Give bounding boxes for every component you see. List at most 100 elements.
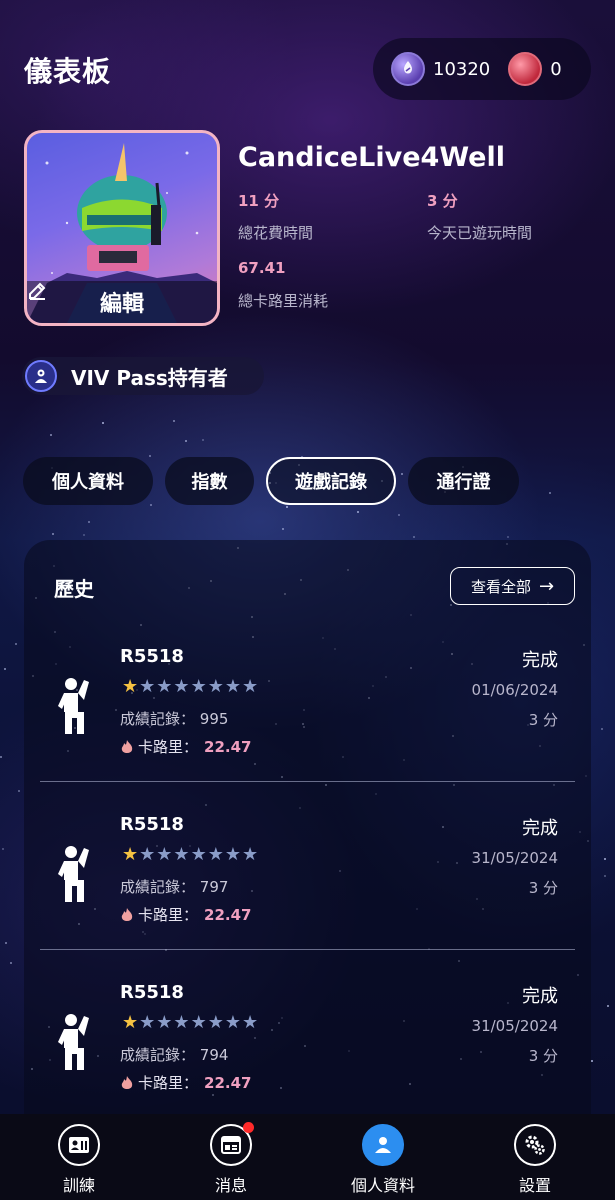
star-icon: ★: [241, 844, 259, 865]
total-time-label: 總花費時間: [238, 224, 314, 242]
exercise-figure-icon: [58, 846, 89, 902]
star-icon: ★: [156, 676, 173, 697]
record-rating: ★ ★ ★ ★ ★ ★ ★ ★: [122, 1014, 259, 1032]
arrow-right-icon: →: [538, 575, 555, 597]
star-dot: [17, 790, 20, 793]
star-dot: [357, 510, 360, 513]
star-dot: [506, 536, 509, 539]
record-calories: 卡路里： 22.47: [120, 1072, 251, 1093]
star-icon: ★: [139, 1012, 156, 1033]
nav-settings[interactable]: 設置: [485, 1124, 585, 1196]
star-dot: [83, 533, 86, 536]
calories-label: 卡路里：: [138, 1074, 199, 1092]
star-dot: [4, 668, 7, 671]
record-score: 成績記錄： 794: [120, 1044, 228, 1065]
star-icon: ★: [190, 844, 207, 865]
calories-label: 卡路里：: [138, 738, 199, 756]
viv-pass-badge[interactable]: VIV Pass持有者: [22, 357, 264, 395]
nav-settings-label: 設置: [518, 1176, 551, 1195]
history-title: 歷史: [54, 577, 94, 601]
star-icon: ★: [207, 844, 224, 865]
edit-avatar-button[interactable]: 編輯: [27, 281, 217, 323]
star-icon: ★: [173, 1012, 190, 1033]
viv-pass-icon: [25, 360, 57, 392]
news-icon: [210, 1122, 254, 1166]
record-divider: [40, 949, 575, 950]
gem-icon: [508, 52, 543, 86]
profile-icon: [362, 1124, 404, 1166]
history-record[interactable]: R5518 ★ ★ ★ ★ ★ ★ ★ ★ 成績記錄： 995 卡路里： 22.47 完成 01/06/2…: [40, 640, 575, 808]
star-dot: [148, 455, 151, 458]
record-calories: 卡路里： 22.47: [120, 904, 251, 925]
record-date: 01/06/2024: [471, 681, 558, 699]
star-dot: [412, 536, 415, 539]
score-label: 成績記錄：: [120, 878, 196, 896]
nav-profile-label: 個人資料: [350, 1176, 415, 1195]
tab-pass[interactable]: 通行證: [408, 457, 519, 505]
star-icon: ★: [224, 844, 241, 865]
record-score: 成績記錄： 995: [120, 708, 228, 729]
total-calories-label: 總卡路里消耗: [238, 292, 329, 310]
record-duration: 3 分: [528, 879, 558, 897]
training-icon: [58, 1124, 100, 1166]
record-status: 完成: [522, 650, 558, 671]
star-dot: [185, 440, 188, 443]
record-duration: 3 分: [528, 711, 558, 729]
today-time-value: 3 分: [427, 192, 458, 210]
tab-profile[interactable]: 個人資料: [23, 457, 153, 505]
nav-profile[interactable]: 個人資料: [333, 1124, 433, 1196]
star-icon: ★: [122, 676, 139, 697]
star-icon: ★: [241, 676, 259, 697]
star-dot: [49, 434, 52, 437]
view-all-button[interactable]: 查看全部 →: [450, 567, 575, 605]
star-dot: [401, 472, 404, 475]
score-value: 797: [199, 878, 229, 896]
record-status: 完成: [522, 818, 558, 839]
star-icon: ★: [224, 1012, 241, 1033]
score-label: 成績記錄：: [120, 710, 196, 728]
score-value: 794: [199, 1046, 229, 1064]
record-duration: 3 分: [528, 1047, 558, 1065]
today-time-label: 今天已遊玩時間: [427, 224, 533, 242]
gem-balance: 0: [550, 58, 562, 80]
calories-value: 22.47: [204, 905, 252, 924]
star-icon: ★: [139, 676, 156, 697]
star-dot: [201, 438, 204, 441]
star-dot: [101, 422, 104, 425]
view-all-label: 查看全部: [470, 577, 531, 596]
exercise-figure-icon: [58, 1014, 89, 1070]
record-date: 31/05/2024: [471, 1017, 558, 1035]
flame-icon: [121, 739, 133, 753]
page-title: 儀表板: [24, 55, 112, 88]
star-icon: ★: [190, 1012, 207, 1033]
star-dot: [173, 420, 176, 423]
record-score: 成績記錄： 797: [120, 876, 228, 897]
nav-training[interactable]: 訓練: [29, 1124, 129, 1196]
coin-balance: 10320: [433, 58, 491, 80]
star-dot: [5, 941, 8, 944]
star-dot: [51, 532, 54, 535]
star-dot: [282, 528, 285, 531]
star-dot: [87, 521, 90, 524]
tab-game-records[interactable]: 遊戲記錄: [266, 457, 396, 505]
history-record[interactable]: R5518 ★ ★ ★ ★ ★ ★ ★ ★ 成績記錄： 797 卡路里： 22.47 完成 31/05/2…: [40, 808, 575, 976]
calories-value: 22.47: [204, 737, 252, 756]
score-label: 成績記錄：: [120, 1046, 196, 1064]
edit-label: 編輯: [99, 292, 144, 317]
record-divider: [40, 781, 575, 782]
record-song: R5518: [120, 814, 184, 835]
avatar[interactable]: 編輯: [24, 130, 220, 326]
tab-index[interactable]: 指數: [165, 457, 254, 505]
record-calories: 卡路里： 22.47: [120, 736, 251, 757]
star-icon: ★: [224, 676, 241, 697]
nav-news[interactable]: 消息: [181, 1122, 281, 1196]
star-dot: [601, 727, 604, 730]
currency-bar[interactable]: 10320 0: [373, 38, 591, 100]
history-card: 歷史 查看全部 → R5518 ★ ★ ★ ★ ★ ★ ★ ★ 成績記錄： 995 卡路里： 22.4…: [24, 540, 591, 1160]
star-dot: [603, 858, 606, 861]
viv-pass-label: VIV Pass持有者: [71, 365, 228, 390]
nav-training-label: 訓練: [62, 1176, 95, 1195]
star-dot: [149, 504, 152, 507]
star-icon: ★: [207, 676, 224, 697]
username: CandiceLive4Well: [238, 142, 505, 173]
